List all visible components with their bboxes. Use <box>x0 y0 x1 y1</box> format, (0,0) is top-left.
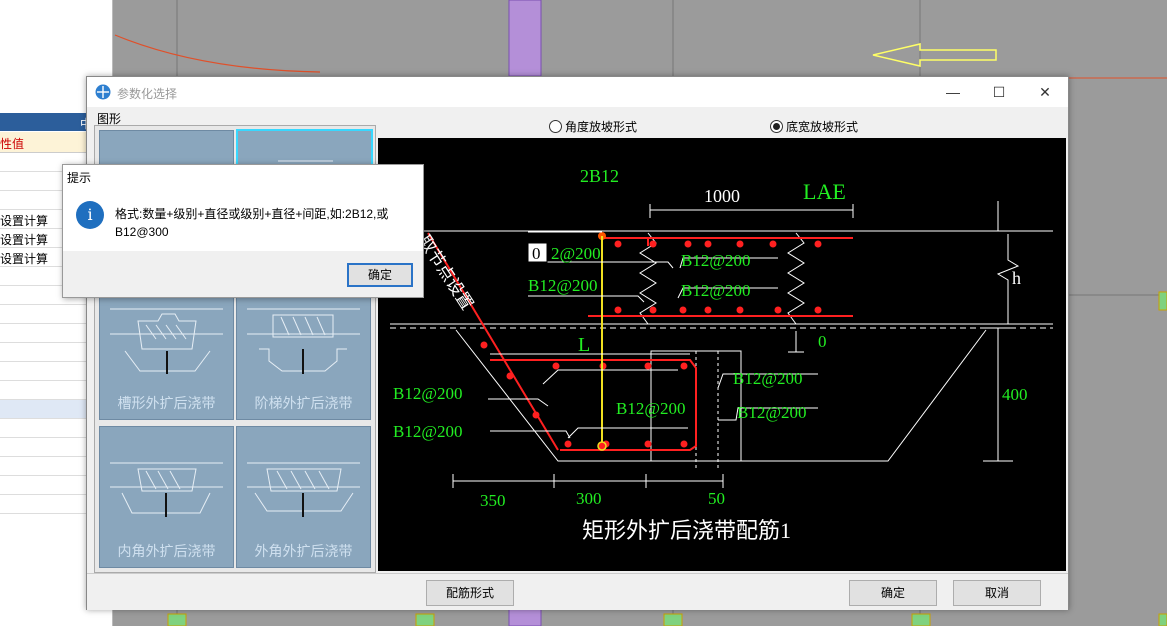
slope-form-radio-group: 角度放坡形式 底宽放坡形式 <box>378 113 1066 138</box>
label-rebar-g: B12@200 <box>616 399 686 418</box>
ok-button[interactable]: 确定 <box>849 580 937 606</box>
thumbnail-caption: 槽形外扩后浇带 <box>117 395 216 411</box>
thumbnail-caption: 阶梯外扩后浇带 <box>254 395 353 411</box>
thumbnail-caption: 外角外扩后浇带 <box>254 543 353 559</box>
label-rebar-c: B12@200 <box>681 251 751 270</box>
rebar-diagram: 2B12 1000 LAE 0 2@200 B12@200 B12@200 B1… <box>390 166 1053 543</box>
label-rebar-h: B12@200 <box>737 403 807 422</box>
label-dim-300: 300 <box>576 489 602 508</box>
hint-message: 格式:数量+级别+直径或级别+直径+间距,如:2B12,或B12@300 <box>115 207 389 239</box>
row-value: 设置计算 <box>0 252 49 266</box>
hint-ok-button[interactable]: 确定 <box>347 263 413 287</box>
shape-thumbnail[interactable]: 外角外扩后浇带 <box>236 426 371 568</box>
preview-canvas: 2B12 1000 LAE 0 2@200 B12@200 B12@200 B1… <box>378 138 1066 571</box>
dialog-titlebar[interactable]: 参数化选择 — ☐ ✕ <box>87 77 1068 107</box>
dialog-title: 参数化选择 <box>117 87 178 101</box>
row-value: 设置计算 <box>0 233 49 247</box>
minimize-button[interactable]: — <box>930 77 976 107</box>
hint-title: 提示 <box>67 171 92 185</box>
shape-thumbnail[interactable]: 阶梯外扩后浇带 <box>236 278 371 420</box>
label-rebar-b: B12@200 <box>528 276 598 295</box>
label-dim-400: 400 <box>1002 385 1028 404</box>
info-icon: i <box>76 201 104 229</box>
radio-dot-selected[interactable] <box>770 120 783 133</box>
radio-label: 角度放坡形式 <box>565 120 638 134</box>
input-value[interactable]: 0 <box>532 244 541 263</box>
shape-thumbnail[interactable]: 内角外扩后浇带 <box>99 426 234 568</box>
label-rebar-a: 2@200 <box>551 244 601 263</box>
label-rebar-d: B12@200 <box>681 281 751 300</box>
label-dim-50: 50 <box>708 489 725 508</box>
label-dim-1000: 1000 <box>704 186 740 206</box>
label-l: L <box>578 334 590 356</box>
diagram-caption: 矩形外扩后浇带配筋1 <box>582 518 791 543</box>
radio-bottom-width-slope[interactable]: 底宽放坡形式 <box>770 118 858 135</box>
label-rebar-f: B12@200 <box>393 384 463 403</box>
hint-messagebox: 提示 i 格式:数量+级别+直径或级别+直径+间距,如:2B12,或B12@30… <box>62 164 424 298</box>
label-zero: 0 <box>818 332 827 351</box>
dialog-button-bar: 配筋形式 确定 取消 <box>87 573 1068 610</box>
close-button[interactable]: ✕ <box>1022 77 1068 107</box>
shape-thumbnail[interactable]: 槽形外扩后浇带 <box>99 278 234 420</box>
rebar-form-button[interactable]: 配筋形式 <box>426 580 514 606</box>
label-top-rebar: 2B12 <box>580 166 619 186</box>
param-select-dialog: 参数化选择 — ☐ ✕ 图形 槽形外扩后浇带 阶梯外扩后浇带 内角外扩后浇带 外… <box>86 76 1069 610</box>
radio-label: 底宽放坡形式 <box>786 120 859 134</box>
radio-dot[interactable] <box>549 120 562 133</box>
app-icon <box>95 84 111 100</box>
maximize-button[interactable]: ☐ <box>976 77 1022 107</box>
label-dim-350: 350 <box>480 491 506 510</box>
hint-titlebar[interactable]: 提示 <box>63 165 423 187</box>
thumbnail-caption: 内角外扩后浇带 <box>117 543 216 559</box>
row-value: 设置计算 <box>0 214 49 228</box>
radio-angle-slope[interactable]: 角度放坡形式 <box>549 118 637 135</box>
cancel-button[interactable]: 取消 <box>953 580 1041 606</box>
column-value-label: 性值 <box>0 137 25 151</box>
label-rebar-e: B12@200 <box>733 369 803 388</box>
label-h: h <box>1012 268 1021 288</box>
label-lae: LAE <box>803 179 846 204</box>
label-rebar-i: B12@200 <box>393 422 463 441</box>
